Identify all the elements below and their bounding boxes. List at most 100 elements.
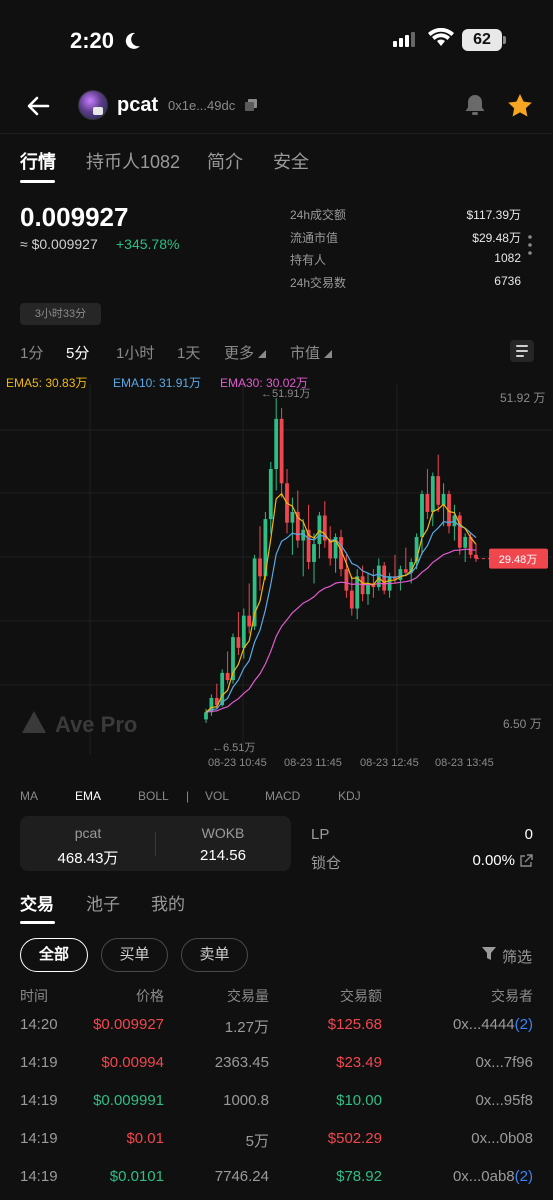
trade-row[interactable]: 14:19 $0.009991 1000.8 $10.00 0x...95f8 [0,1092,553,1130]
candle-body [279,418,284,484]
more-vertical-icon[interactable] [528,234,532,256]
stat-label: 24h交易数 [290,276,347,290]
corner-triangle-icon [324,350,333,358]
filter-funnel-icon[interactable] [482,947,496,961]
price-chart[interactable]: Ave Pro 51.92 万 6.50 万 ←51.91万 ←6.51万 08-23 … [0,385,553,775]
trade-trader[interactable]: 0x...7f96 [475,1054,533,1071]
trade-row[interactable]: 14:19 $0.0101 7746.24 $78.92 0x...0ab8(2… [0,1168,553,1200]
indicator-separator: | [186,789,190,803]
low-marker-label: ←6.51万 [212,742,255,754]
trade-amount: $23.49 [336,1054,382,1071]
copy-icon[interactable] [245,99,257,111]
trade-row[interactable]: 14:19 $0.00994 2363.45 $23.49 0x...7f96 [0,1054,553,1092]
trade-time: 14:19 [20,1092,58,1109]
trade-trader[interactable]: 0x...0b08 [471,1130,533,1147]
back-arrow-icon[interactable] [24,92,52,120]
stat-label: 24h成交额 [290,208,347,222]
trade-tab-underline [20,921,55,924]
filter-buy-button[interactable]: 买单 [101,938,168,972]
trade-trader[interactable]: 0x...0ab8(2) [453,1168,533,1185]
token-name: pcat [117,94,159,116]
tab-market[interactable]: 行情 [20,148,56,174]
indicator-vol[interactable]: VOL [205,789,229,803]
trader-count: (2) [514,1016,533,1033]
bell-icon[interactable] [462,92,488,118]
trade-row[interactable]: 14:19 $0.01 5万 $502.29 0x...0b08 [0,1130,553,1168]
col-trader: 交易者 [491,988,533,1004]
indicator-ema[interactable]: EMA [75,789,101,803]
timeframe-1h[interactable]: 1小时 [116,342,154,363]
trade-price: $0.01 [126,1130,164,1147]
tab-holders[interactable]: 持币人1082 [86,148,180,174]
pool-token-value: 468.43万 [57,850,119,867]
trade-amount: $78.92 [336,1168,382,1185]
battery-icon: 62 [462,29,506,51]
timeframe-more[interactable]: 更多 [224,342,267,363]
trade-time: 14:20 [20,1016,58,1033]
trade-row[interactable]: 14:20 $0.009927 1.27万 $125.68 0x...4444(… [0,1016,553,1054]
indicator-kdj[interactable]: KDJ [338,789,361,803]
chart-watermark: Ave Pro [55,712,137,737]
corner-triangle-icon [258,350,267,358]
high-marker-label: ←51.91万 [261,388,311,400]
trade-amount: $125.68 [327,1016,382,1033]
timeframe-1m[interactable]: 1分 [20,342,43,363]
stat-value: 6736 [494,274,521,288]
trade-price: $0.009991 [93,1092,164,1109]
lp-label: LP [311,826,330,843]
stat-label: 持有人 [290,253,327,267]
candle-body [360,576,365,595]
trade-trader[interactable]: 0x...95f8 [475,1092,533,1109]
tab-security[interactable]: 安全 [273,148,309,174]
indicator-boll[interactable]: BOLL [138,789,169,803]
status-bar: 2:20 62 [0,0,553,80]
candle-body [436,476,441,505]
candle-body [258,558,262,577]
timeframe-1d[interactable]: 1天 [177,342,200,363]
token-address[interactable]: 0x1e...49dc [168,98,235,113]
candle-body [441,494,446,505]
external-link-icon[interactable] [519,854,533,868]
candle-body [328,540,333,559]
token-age-badge: 3小时33分 [20,303,101,325]
star-icon[interactable] [506,92,534,120]
candle-body [312,544,316,563]
header-divider [0,133,553,134]
candle-body [474,554,478,559]
chart-mode-label: 市值 [290,345,321,362]
pool-token-label: pcat [74,825,102,841]
tab-intro[interactable]: 简介 [207,148,243,174]
col-qty: 交易量 [227,988,269,1004]
indicator-macd[interactable]: MACD [265,789,300,803]
col-time: 时间 [20,988,48,1004]
trade-price: $0.0101 [109,1168,164,1185]
y-tick-label: 51.92 万 [500,391,545,405]
candle-body [241,615,246,648]
tab-pools[interactable]: 池子 [86,890,120,915]
stat-label: 流通市值 [290,231,339,245]
filter-label[interactable]: 筛选 [502,946,532,967]
timeframe-5m[interactable]: 5分 [66,342,89,363]
price-main: 0.009927 [20,202,129,232]
chart-settings-icon[interactable] [510,340,534,362]
trade-qty: 1.27万 [224,1019,269,1036]
col-price: 价格 [136,988,164,1004]
trade-trader[interactable]: 0x...4444(2) [453,1016,533,1033]
candle-body [349,590,354,609]
candle-body [382,565,387,591]
filter-all-button[interactable]: 全部 [20,938,88,972]
candle-body [420,494,424,537]
tab-trades[interactable]: 交易 [20,890,54,915]
candle-body [355,576,360,609]
timeframe-more-label: 更多 [224,345,255,362]
indicator-ma[interactable]: MA [20,789,38,803]
trade-qty: 1000.8 [223,1092,269,1109]
lock-label: 锁仓 [311,855,342,872]
candle-body [317,515,322,545]
x-tick-label: 08-23 12:45 [360,757,419,769]
filter-sell-button[interactable]: 卖单 [181,938,248,972]
candles-group [204,398,478,723]
trade-time: 14:19 [20,1168,58,1185]
tab-mine[interactable]: 我的 [151,890,185,915]
chart-mode-mcap[interactable]: 市值 [290,342,333,363]
